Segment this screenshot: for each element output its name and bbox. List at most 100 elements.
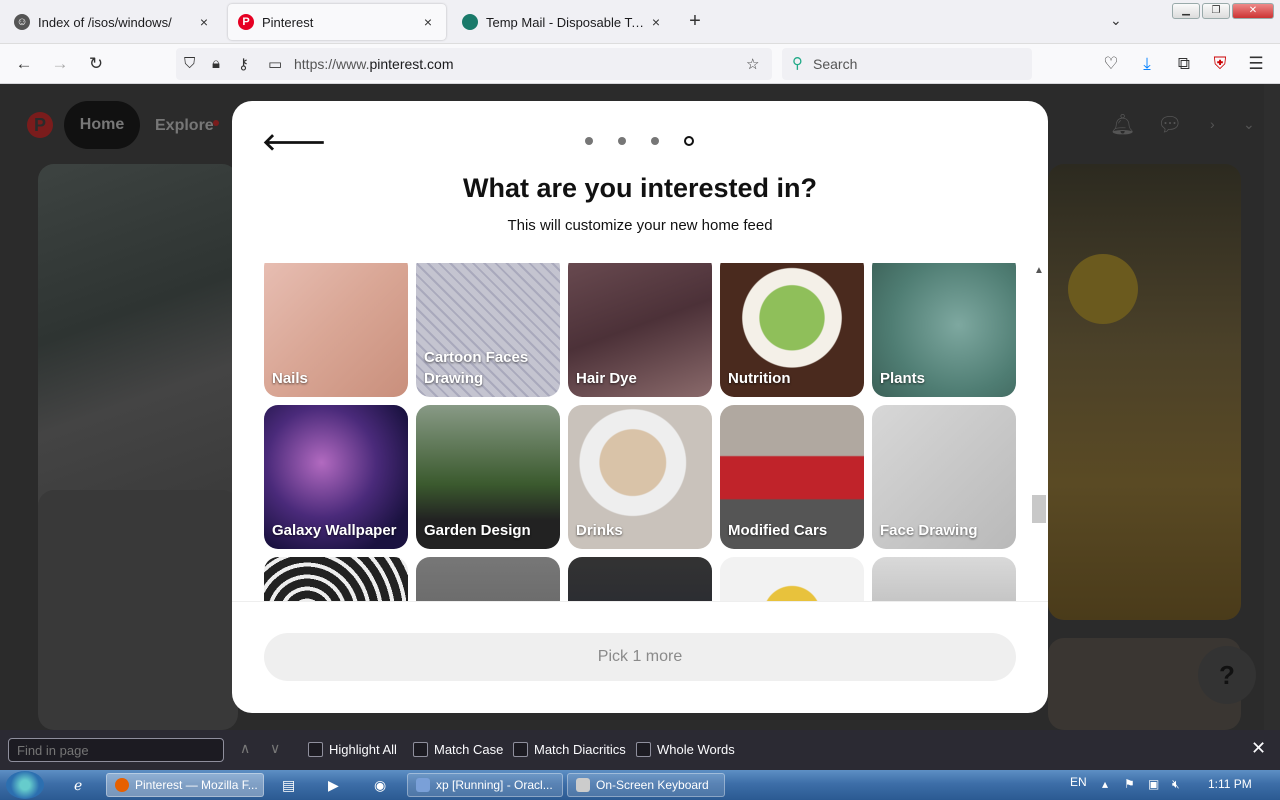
lock-icon[interactable]: 🔒︎ bbox=[212, 55, 220, 72]
topic-label: Garden Design bbox=[424, 522, 531, 539]
address-bar[interactable]: ⛉ 🔒︎ ⚷ ▭ https://www.pinterest.com ☆ bbox=[176, 48, 772, 80]
explore-nav-link[interactable]: Explore bbox=[155, 117, 214, 135]
scrollbar-thumb[interactable] bbox=[1032, 495, 1046, 523]
key-icon[interactable]: ⚷ bbox=[238, 55, 249, 73]
url-domain: pinterest.com bbox=[369, 56, 454, 72]
minimize-button[interactable]: ▁ bbox=[1172, 3, 1200, 19]
clock[interactable]: 1:11 PM bbox=[1208, 777, 1252, 791]
tab-pinterest[interactable]: P Pinterest × bbox=[228, 4, 446, 40]
explorer-icon[interactable]: ▤ bbox=[282, 777, 295, 794]
match-case-option[interactable]: Match Case bbox=[413, 742, 503, 757]
new-tab-button[interactable]: + bbox=[684, 10, 706, 33]
topic-card-nutrition[interactable]: Nutrition bbox=[720, 263, 864, 397]
topic-card-modified-cars[interactable]: Modified Cars bbox=[720, 405, 864, 549]
pick-more-button[interactable]: Pick 1 more bbox=[264, 633, 1016, 681]
chevron-right-icon[interactable]: › bbox=[1210, 116, 1215, 132]
pin-image[interactable] bbox=[1048, 164, 1241, 620]
topic-label: Drinks bbox=[576, 522, 623, 539]
tab-label: Index of /isos/windows/ bbox=[38, 14, 172, 30]
flag-icon[interactable]: ⚑ bbox=[1124, 777, 1135, 791]
search-engine-icon: ⚲ bbox=[792, 55, 803, 72]
show-hidden-icons[interactable]: ▴ bbox=[1102, 777, 1108, 791]
messages-icon[interactable]: 💬︎ bbox=[1157, 112, 1182, 137]
topic-card-garden-design[interactable]: Garden Design bbox=[416, 405, 560, 549]
topic-label: Cartoon Faces Drawing bbox=[424, 349, 529, 387]
pin-image[interactable] bbox=[38, 164, 238, 544]
checkbox[interactable] bbox=[636, 742, 651, 757]
checkbox[interactable] bbox=[413, 742, 428, 757]
modal-title: What are you interested in? bbox=[462, 173, 818, 203]
tab-temp-mail[interactable]: Temp Mail - Disposable Tempor × bbox=[452, 4, 674, 40]
start-button[interactable] bbox=[6, 771, 44, 799]
highlight-all-option[interactable]: Highlight All bbox=[308, 742, 397, 757]
topic-card-plants[interactable]: Plants bbox=[872, 263, 1016, 397]
notification-dot bbox=[213, 120, 219, 126]
chevron-down-icon[interactable]: ⌄ bbox=[1243, 116, 1255, 133]
permissions-icon[interactable]: ▭ bbox=[268, 55, 282, 73]
find-previous-icon[interactable]: ∧ bbox=[240, 740, 250, 757]
list-all-tabs-icon[interactable]: ⌄ bbox=[1110, 12, 1122, 29]
close-tab-icon[interactable]: × bbox=[648, 14, 664, 30]
topic-card-nails[interactable]: Nails bbox=[264, 263, 408, 397]
back-icon[interactable]: ← bbox=[13, 54, 35, 74]
ublock-icon[interactable]: ⛨ bbox=[1209, 54, 1231, 74]
page-scrollbar[interactable] bbox=[1264, 84, 1280, 730]
media-player-icon[interactable]: ▶ bbox=[328, 777, 339, 794]
topic-card-galaxy-wallpaper[interactable]: Galaxy Wallpaper bbox=[264, 405, 408, 549]
topic-card[interactable] bbox=[872, 557, 1016, 601]
back-arrow-icon[interactable]: 🡐 bbox=[262, 127, 326, 157]
network-icon[interactable]: ▣ bbox=[1148, 777, 1159, 791]
reload-icon[interactable]: ↻ bbox=[85, 54, 107, 74]
app-icon[interactable]: ◉ bbox=[374, 777, 386, 794]
option-label: Whole Words bbox=[657, 742, 735, 757]
internet-explorer-icon[interactable]: ℯ bbox=[74, 777, 82, 794]
language-indicator[interactable]: EN bbox=[1070, 775, 1087, 789]
topics-scroll-area[interactable]: Nails Cartoon Faces Drawing Hair Dye Nut… bbox=[264, 263, 1024, 601]
topic-label: Nails bbox=[272, 370, 308, 387]
topics-grid: Nails Cartoon Faces Drawing Hair Dye Nut… bbox=[264, 263, 1016, 601]
home-nav-button[interactable]: Home bbox=[64, 101, 140, 149]
modal-subtitle: This will customize your new home feed bbox=[507, 217, 773, 234]
pocket-icon[interactable]: ♡ bbox=[1100, 54, 1122, 74]
topic-card[interactable] bbox=[264, 557, 408, 601]
pin-image[interactable] bbox=[38, 490, 238, 730]
find-next-icon[interactable]: ∨ bbox=[270, 740, 280, 757]
help-button[interactable]: ? bbox=[1198, 646, 1256, 704]
bookmark-star-icon[interactable]: ☆ bbox=[746, 55, 759, 73]
topic-card-face-drawing[interactable]: Face Drawing bbox=[872, 405, 1016, 549]
extensions-icon[interactable]: ⧉ bbox=[1173, 54, 1195, 74]
close-tab-icon[interactable]: × bbox=[420, 14, 436, 30]
taskbar-item-virtualbox[interactable]: xp [Running] - Oracl... bbox=[407, 773, 563, 797]
task-label: Pinterest — Mozilla F... bbox=[135, 778, 258, 792]
close-tab-icon[interactable]: × bbox=[196, 14, 212, 30]
url-text[interactable]: https://www.pinterest.com bbox=[294, 56, 454, 72]
checkbox[interactable] bbox=[513, 742, 528, 757]
scroll-up-icon[interactable]: ▲ bbox=[1034, 265, 1044, 276]
topic-card-drinks[interactable]: Drinks bbox=[568, 405, 712, 549]
shield-icon[interactable]: ⛉ bbox=[184, 55, 195, 72]
notifications-bell-icon[interactable]: 🔔︎ bbox=[1110, 112, 1135, 137]
topic-card[interactable] bbox=[568, 557, 712, 601]
topic-card[interactable] bbox=[720, 557, 864, 601]
topic-card-cartoon-faces-drawing[interactable]: Cartoon Faces Drawing bbox=[416, 263, 560, 397]
restore-button[interactable]: ❐ bbox=[1202, 3, 1230, 19]
downloads-icon[interactable]: ⤓ bbox=[1136, 54, 1158, 74]
checkbox[interactable] bbox=[308, 742, 323, 757]
taskbar-item-osk[interactable]: On-Screen Keyboard bbox=[567, 773, 725, 797]
whole-words-option[interactable]: Whole Words bbox=[636, 742, 735, 757]
forward-icon[interactable]: → bbox=[49, 54, 71, 74]
search-bar[interactable]: ⚲ Search bbox=[782, 48, 1032, 80]
taskbar-item-firefox[interactable]: Pinterest — Mozilla F... bbox=[106, 773, 264, 797]
close-findbar-icon[interactable]: ✕ bbox=[1251, 738, 1266, 759]
find-input[interactable] bbox=[8, 738, 224, 762]
topics-scrollbar[interactable]: ▲ bbox=[1032, 263, 1046, 601]
volume-muted-icon[interactable]: 🔇︎ bbox=[1172, 777, 1180, 792]
close-window-button[interactable]: ✕ bbox=[1232, 3, 1274, 19]
topic-card[interactable] bbox=[416, 557, 560, 601]
match-diacritics-option[interactable]: Match Diacritics bbox=[513, 742, 626, 757]
pinterest-logo-icon[interactable]: P bbox=[27, 112, 53, 138]
menu-icon[interactable]: ☰ bbox=[1245, 54, 1267, 74]
tab-index-isos[interactable]: ☺ Index of /isos/windows/ × bbox=[4, 4, 222, 40]
topic-card-hair-dye[interactable]: Hair Dye bbox=[568, 263, 712, 397]
step-dot bbox=[585, 137, 593, 145]
